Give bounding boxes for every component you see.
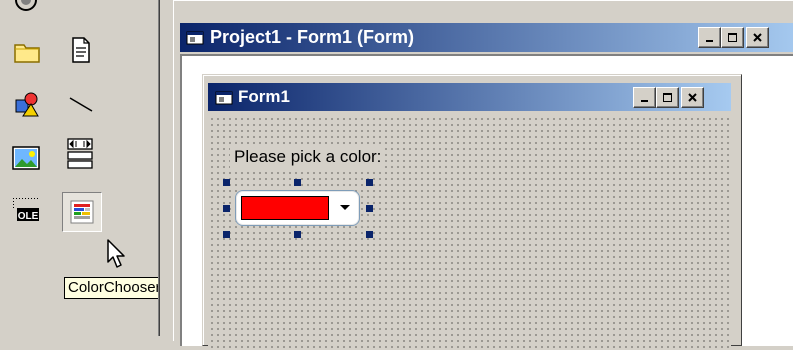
pick-color-label[interactable]: Please pick a color: [230,146,386,170]
minimize-icon [641,100,648,102]
image-icon [12,146,40,170]
colorchooser-icon [70,200,94,224]
minimize-icon [706,40,713,42]
selection-handle-middle-left[interactable] [223,205,230,212]
file-icon [72,37,90,63]
selection-handle-top-right[interactable] [366,179,373,186]
form1-title: Form1 [238,87,290,106]
selected-color-swatch [241,196,329,220]
shape-tool[interactable] [9,86,45,122]
line-icon [69,97,93,112]
close-icon [688,93,697,102]
toolbox-tooltip: ColorChooser [64,277,164,299]
project-maximize-button[interactable] [721,27,744,48]
maximize-icon [728,33,737,42]
data-control-icon [67,138,93,169]
colorchooser-tool[interactable] [62,192,102,232]
project-minimize-button[interactable] [698,27,721,48]
folder-icon [14,44,40,63]
image-tool[interactable] [8,140,44,176]
mouse-cursor-icon [106,238,128,275]
selection-handle-bottom-right[interactable] [366,231,373,238]
project-window-title: Project1 - Form1 (Form) [210,27,415,47]
svg-text:OLE: OLE [18,211,39,222]
selection-handle-bottom-middle[interactable] [294,231,301,238]
folder-tool[interactable] [9,34,45,70]
toolbox: OLE ColorChooser [0,0,164,336]
selection-handle-middle-right[interactable] [366,205,373,212]
workspace-gap [162,0,173,336]
form1-design-grid[interactable]: Please pick a color: [208,115,731,350]
file-tool[interactable] [63,32,99,68]
color-chooser-dropdown[interactable] [235,190,360,226]
selection-handle-top-middle[interactable] [294,179,301,186]
selection-handle-top-left[interactable] [223,179,230,186]
project-close-button[interactable] [746,27,769,48]
pointer-tool[interactable] [8,0,44,18]
ole-tool[interactable]: OLE [8,192,44,228]
ole-icon: OLE [13,198,39,222]
form-window-icon [186,30,204,51]
maximize-icon [663,93,672,102]
line-tool[interactable] [63,86,99,122]
form1-window[interactable]: Form1 Please pick a color: [202,74,742,350]
form1-maximize-button[interactable] [656,87,679,108]
form1-minimize-button[interactable] [633,87,656,108]
selection-handle-bottom-left[interactable] [223,231,230,238]
pointer-tool-icon [15,0,37,11]
data-tool[interactable] [62,136,98,172]
form1-window-icon [215,90,233,111]
form1-close-button[interactable] [681,87,704,108]
close-icon [753,33,762,42]
shape-icon [15,92,39,117]
chevron-down-icon[interactable] [340,205,350,210]
